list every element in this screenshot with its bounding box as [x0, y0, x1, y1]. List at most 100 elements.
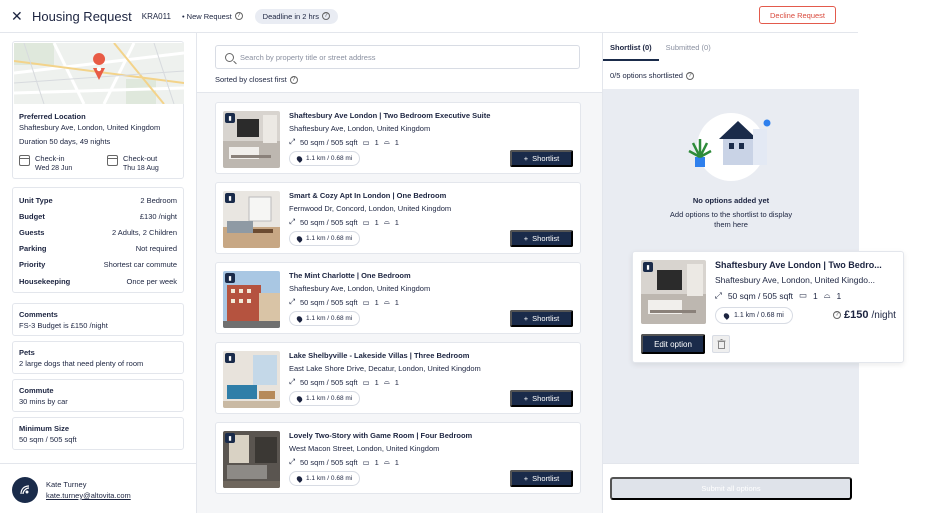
decline-request-button[interactable]: Decline Request — [759, 6, 836, 24]
help-icon[interactable]: ? — [833, 311, 841, 319]
property-photo: ▮ — [223, 111, 280, 168]
property-card[interactable]: ▮ Smart & Cozy Apt In London | One Bedro… — [215, 182, 581, 254]
empty-state-description: Add options to the shortlist to display … — [669, 210, 793, 229]
minimum-size-card: Minimum Size 50 sqm / 505 sqft — [12, 417, 184, 450]
note-title: Pets — [19, 348, 35, 357]
property-title[interactable]: Lake Shelbyville - Lakeside Villas | Thr… — [289, 351, 469, 360]
property-address: West Macon Street, London, United Kingdo… — [289, 444, 440, 453]
help-icon[interactable]: ? — [321, 12, 330, 20]
bookmark-icon[interactable]: ▮ — [225, 273, 235, 283]
comments-card: Comments FS-3 Budget is £150 /night — [12, 303, 184, 336]
checkout-block: Check-out Thu 18 Aug — [107, 154, 159, 172]
bath-icon: ⌓ — [383, 137, 390, 146]
option-meta: ⤢ 50 sqm / 505 sqft ▭ 1 ⌓ 1 — [715, 290, 842, 301]
property-card[interactable]: ▮ Lake Shelbyville - Lakeside Villas | T… — [215, 342, 581, 414]
help-icon[interactable]: ? — [234, 12, 243, 20]
pin-icon — [295, 234, 304, 243]
shortlist-tabs: Shortlist (0) Submitted (0) — [603, 33, 859, 61]
empty-state-title: No options added yet — [692, 196, 770, 205]
pin-icon — [722, 311, 731, 320]
property-address: Shaftesbury Ave, London, United Kingdom — [289, 124, 431, 133]
user-name: Kate Turney — [46, 480, 87, 489]
preferred-location-title: Preferred Location — [19, 112, 86, 121]
avatar[interactable] — [12, 477, 38, 503]
checkout-label: Check-out — [123, 154, 158, 163]
shortlist-button[interactable]: + Shortlist — [510, 230, 573, 247]
size-icon: ⤢ — [715, 290, 722, 300]
shortlist-button[interactable]: + Shortlist — [510, 310, 573, 327]
detail-row: Budget £130 /night — [19, 211, 177, 221]
detail-row: Unit Type 2 Bedroom — [19, 195, 177, 205]
distance-chip: 1.1 km / 0.68 mi — [289, 311, 361, 326]
submit-all-options-button[interactable]: Submit all options — [610, 477, 852, 500]
distance-chip: 1.1 km / 0.68 mi — [289, 391, 361, 406]
search-box[interactable] — [215, 45, 580, 69]
property-address: Fernwood Dr, Concord, London, United Kin… — [289, 204, 452, 213]
help-icon[interactable]: ? — [289, 75, 298, 84]
bath-icon: ⌓ — [383, 457, 390, 466]
property-title[interactable]: Lovely Two-Story with Game Room | Four B… — [289, 431, 472, 440]
property-card[interactable]: ▮ The Mint Charlotte | One Bedroom Shaft… — [215, 262, 581, 334]
property-card[interactable]: ▮ Lovely Two-Story with Game Room | Four… — [215, 422, 581, 494]
stay-duration: Duration 50 days, 49 nights — [19, 137, 111, 146]
note-value: 2 large dogs that need plenty of room — [19, 359, 144, 368]
bed-icon: ▭ — [362, 297, 370, 307]
delete-option-button[interactable] — [712, 335, 730, 353]
search-icon — [225, 52, 234, 62]
help-icon[interactable]: ? — [685, 71, 694, 80]
price-value: £150 — [844, 309, 869, 321]
search-input[interactable] — [240, 52, 560, 62]
property-title[interactable]: Smart & Cozy Apt In London | One Bedroom — [289, 191, 446, 200]
bookmark-icon[interactable]: ▮ — [225, 113, 235, 123]
submit-footer: Submit all options — [603, 463, 859, 513]
shortlist-button[interactable]: + Shortlist — [510, 390, 573, 407]
tab-submitted[interactable]: Submitted (0) — [659, 33, 718, 61]
checkin-block: Check-in Wed 28 Jun — [19, 154, 72, 172]
bookmark-icon[interactable]: ▮ — [225, 353, 235, 363]
detail-row: Housekeeping Once per week — [19, 276, 177, 286]
property-meta: ⤢ 50 sqm / 505 sqft ▭ 1 ⌓ 1 — [289, 217, 399, 227]
property-list: ▮ Shaftesbury Ave London | Two Bedroom E… — [197, 92, 602, 513]
dragged-option-card[interactable]: ▮ Shaftesbury Ave London | Two Bedro... … — [632, 251, 904, 363]
property-photo: ▮ — [641, 260, 706, 324]
bed-icon: ▭ — [799, 290, 808, 300]
user-email-link[interactable]: kate.turney@altovita.com — [46, 491, 131, 500]
checkin-date: Wed 28 Jun — [35, 165, 73, 172]
note-value: 50 sqm / 505 sqft — [19, 435, 77, 444]
user-footer: Kate Turney kate.turney@altovita.com — [0, 463, 197, 513]
bed-icon: ▭ — [362, 377, 370, 387]
status-label: • New Request — [181, 11, 232, 21]
distance-chip: 1.1 km / 0.68 mi — [289, 471, 361, 486]
property-meta: ⤢ 50 sqm / 505 sqft ▭ 1 ⌓ 1 — [289, 137, 399, 147]
requirements-card: Unit Type 2 Bedroom Budget £130 /night Gue… — [12, 187, 184, 293]
shortlist-button[interactable]: + Shortlist — [510, 470, 573, 487]
checkout-date: Thu 18 Aug — [123, 165, 159, 172]
pin-icon — [295, 394, 304, 403]
shortlist-button[interactable]: + Shortlist — [510, 150, 573, 167]
tab-shortlist[interactable]: Shortlist (0) — [603, 33, 659, 61]
size-icon: ⤢ — [289, 137, 295, 146]
property-title[interactable]: The Mint Charlotte | One Bedroom — [289, 271, 411, 280]
note-value: FS-3 Budget is £150 /night — [19, 321, 108, 330]
location-map[interactable] — [14, 43, 184, 104]
plus-icon: + — [523, 234, 529, 243]
bookmark-icon[interactable]: ▮ — [225, 193, 235, 203]
edit-option-button[interactable]: Edit option — [641, 334, 705, 354]
distance-chip: 1.1 km / 0.68 mi — [289, 231, 361, 246]
bookmark-icon[interactable]: ▮ — [643, 262, 653, 272]
property-title[interactable]: Shaftesbury Ave London | Two Bedroom Exe… — [289, 111, 490, 120]
pets-card: Pets 2 large dogs that need plenty of ro… — [12, 341, 184, 374]
plus-icon: + — [523, 154, 529, 163]
bath-icon: ⌓ — [383, 377, 390, 386]
detail-row: Priority Shortest car commute — [19, 260, 177, 270]
close-icon[interactable]: ✕ — [11, 9, 25, 23]
property-card[interactable]: ▮ Shaftesbury Ave London | Two Bedroom E… — [215, 102, 581, 174]
option-price: ? £150 /night — [830, 309, 896, 321]
deadline-badge: Deadline in 2 hrs ? — [254, 8, 338, 24]
bath-icon: ⌓ — [383, 217, 390, 226]
bath-icon: ⌓ — [823, 290, 831, 300]
calendar-icon — [19, 155, 30, 166]
request-ref: KRA011 — [141, 11, 171, 21]
bed-icon: ▭ — [362, 457, 370, 467]
bookmark-icon[interactable]: ▮ — [225, 433, 235, 443]
